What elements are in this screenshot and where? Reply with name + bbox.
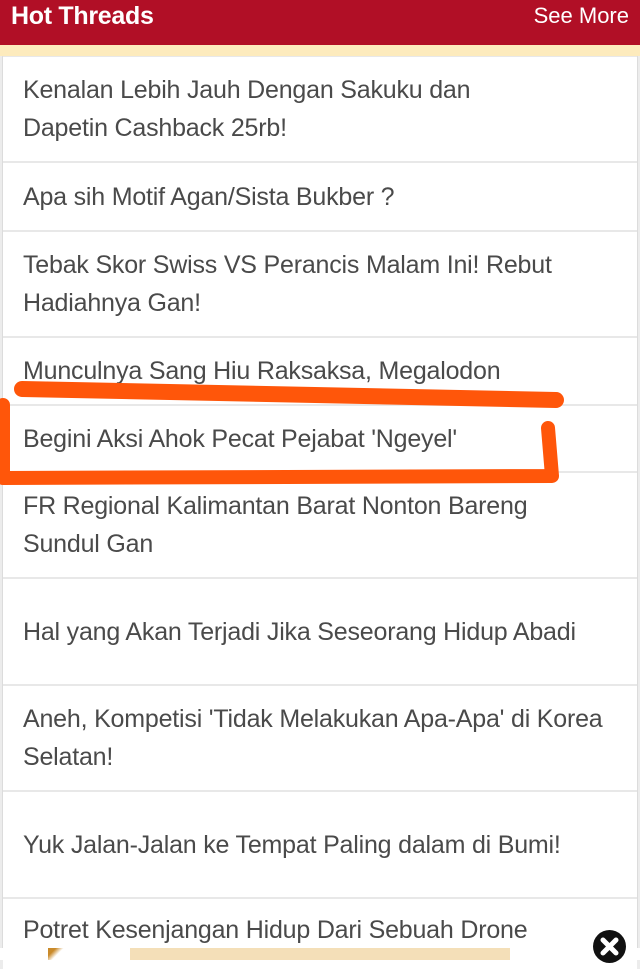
thread-title: Kenalan Lebih Jauh Dengan Sakuku dan Dap… — [23, 76, 471, 142]
thread-title: Munculnya Sang Hiu Raksaksa, Megalodon — [23, 357, 501, 385]
thread-title: Aneh, Kompetisi 'Tidak Melakukan Apa-Apa… — [23, 705, 603, 771]
header-divider-strip — [0, 45, 640, 56]
thread-item[interactable]: Hal yang Akan Terjadi Jika Seseorang Hid… — [3, 579, 637, 684]
close-x-icon — [593, 930, 626, 963]
ad-image — [48, 948, 76, 960]
thread-item[interactable]: Aneh, Kompetisi 'Tidak Melakukan Apa-Apa… — [3, 686, 637, 790]
hot-threads-header: Hot Threads See More — [0, 0, 640, 45]
thread-item[interactable]: Yuk Jalan-Jalan ke Tempat Paling dalam d… — [3, 792, 637, 897]
thread-item[interactable]: Tebak Skor Swiss VS Perancis Malam Ini! … — [3, 232, 637, 336]
thread-title: Begini Aksi Ahok Pecat Pejabat 'Ngeyel' — [23, 424, 457, 453]
thread-item[interactable]: Begini Aksi Ahok Pecat Pejabat 'Ngeyel' — [3, 406, 637, 471]
ad-banner[interactable] — [0, 948, 640, 960]
thread-title: Apa sih Motif Agan/Sista Bukber ? — [23, 182, 395, 211]
thread-title: Tebak Skor Swiss VS Perancis Malam Ini! … — [23, 251, 552, 317]
thread-title: Potret Kesenjangan Hidup Dari Sebuah Dro… — [23, 916, 528, 944]
ad-content — [130, 948, 510, 960]
thread-title: FR Regional Kalimantan Barat Nonton Bare… — [23, 492, 528, 558]
see-more-link[interactable]: See More — [534, 0, 629, 32]
thread-item[interactable]: Munculnya Sang Hiu Raksaksa, Megalodon — [3, 338, 637, 404]
thread-title: Hal yang Akan Terjadi Jika Seseorang Hid… — [23, 617, 576, 646]
thread-list: Kenalan Lebih Jauh Dengan Sakuku dan Dap… — [2, 56, 638, 969]
section-title: Hot Threads — [11, 2, 154, 30]
thread-item[interactable]: Kenalan Lebih Jauh Dengan Sakuku dan Dap… — [3, 57, 637, 161]
thread-item[interactable]: FR Regional Kalimantan Barat Nonton Bare… — [3, 473, 637, 577]
thread-title: Yuk Jalan-Jalan ke Tempat Paling dalam d… — [23, 830, 561, 859]
close-ad-button[interactable] — [593, 930, 626, 963]
thread-item[interactable]: Apa sih Motif Agan/Sista Bukber ? — [3, 163, 637, 230]
